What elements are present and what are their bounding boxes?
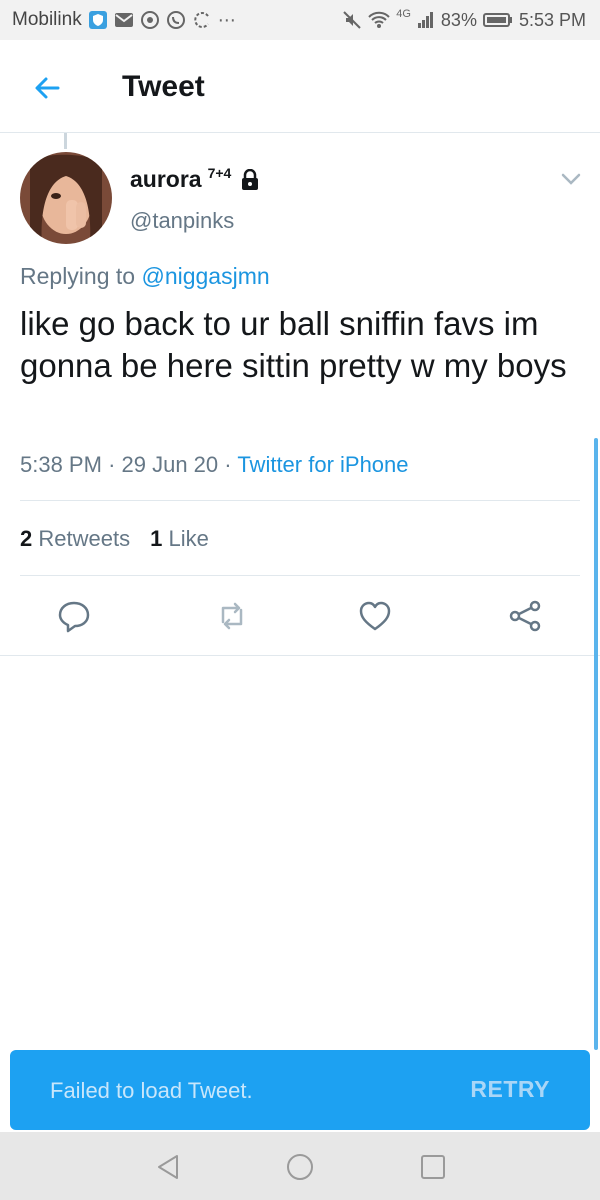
reply-icon[interactable]	[52, 594, 96, 638]
signal-icon	[417, 11, 435, 29]
mail-icon	[114, 12, 134, 28]
chrome-icon	[140, 10, 160, 30]
lock-icon	[239, 168, 261, 191]
tweet-actions	[0, 594, 600, 638]
reply-mention-link[interactable]: @niggasjmn	[141, 263, 269, 289]
author-name-row: aurora 7+4	[130, 164, 261, 193]
network-type: 4G	[396, 8, 411, 20]
page-title: Tweet	[122, 70, 205, 103]
nav-home-icon[interactable]	[283, 1150, 317, 1184]
whatsapp-icon	[166, 10, 186, 30]
meta-separator: ·	[224, 452, 232, 477]
retweets-label: Retweets	[38, 526, 131, 551]
nav-back-icon[interactable]	[151, 1150, 185, 1184]
author-handle[interactable]: @tanpinks	[130, 208, 234, 234]
nav-recents-icon[interactable]	[416, 1150, 450, 1184]
tweet-stats: 2 Retweets 1 Like	[20, 526, 209, 552]
snackbar-message: Failed to load Tweet.	[50, 1078, 253, 1103]
divider	[20, 500, 580, 501]
loading-icon	[192, 10, 212, 30]
replying-prefix: Replying to	[20, 263, 136, 289]
likes-label: Like	[168, 526, 209, 551]
error-snackbar: Failed to load Tweet. RETRY	[10, 1050, 590, 1130]
back-arrow-icon[interactable]	[28, 68, 68, 108]
retweets-count: 2	[20, 526, 33, 551]
status-bar: Mobilink ⋯ 4G 83% 5:53 PM	[0, 0, 600, 40]
more-notifications-icon: ⋯	[217, 9, 236, 30]
app-bar: Tweet	[0, 40, 600, 133]
thread-line	[64, 133, 67, 149]
shield-icon	[88, 10, 108, 30]
battery-icon	[482, 12, 513, 28]
scrollbar[interactable]	[594, 438, 598, 1050]
retweets-stat[interactable]: 2 Retweets	[20, 526, 130, 552]
author-name-suffix: 7+4	[207, 164, 232, 181]
wifi-icon	[368, 11, 390, 29]
chevron-down-icon[interactable]	[558, 166, 584, 192]
mute-icon	[342, 10, 362, 30]
tweet-meta: 5:38 PM · 29 Jun 20 · Twitter for iPhone	[20, 452, 409, 478]
share-icon[interactable]	[503, 594, 547, 638]
divider	[0, 655, 600, 656]
meta-separator: ·	[108, 452, 116, 477]
system-nav-bar	[0, 1132, 600, 1200]
tweet-text: like go back to ur ball sniffin favs im …	[20, 305, 567, 384]
avatar[interactable]	[20, 152, 112, 244]
divider	[20, 575, 580, 576]
clock: 5:53 PM	[518, 9, 586, 30]
retweet-icon[interactable]	[210, 594, 254, 638]
carrier-name: Mobilink	[12, 9, 82, 30]
tweet-date: 29 Jun 20	[121, 452, 219, 477]
retry-button[interactable]: RETRY	[470, 1076, 550, 1103]
tweet-time: 5:38 PM	[20, 452, 102, 477]
battery-percent: 83%	[440, 9, 477, 30]
author-name[interactable]: aurora	[130, 166, 202, 193]
likes-count: 1	[150, 526, 163, 551]
like-icon[interactable]	[353, 594, 397, 638]
tweet-source-link[interactable]: Twitter for iPhone	[237, 452, 408, 477]
likes-stat[interactable]: 1 Like	[150, 526, 209, 552]
replying-to: Replying to @niggasjmn	[20, 263, 270, 290]
